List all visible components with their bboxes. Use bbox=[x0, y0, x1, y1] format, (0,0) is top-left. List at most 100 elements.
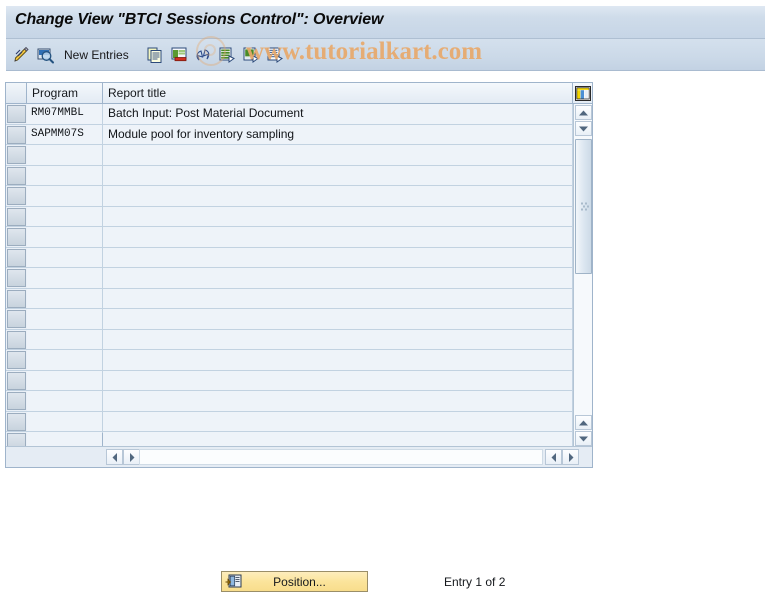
table-settings-button[interactable] bbox=[574, 84, 592, 102]
row-select-button[interactable] bbox=[7, 248, 26, 267]
new-entries-button[interactable]: New Entries bbox=[64, 48, 129, 62]
row-select-button[interactable] bbox=[7, 187, 26, 205]
cell-report-title[interactable] bbox=[103, 227, 573, 247]
scroll-page-down-button[interactable] bbox=[575, 431, 592, 446]
table-row[interactable] bbox=[6, 391, 592, 412]
table-row[interactable] bbox=[6, 309, 592, 330]
scroll-page-up-button[interactable] bbox=[575, 415, 592, 430]
cell-program[interactable] bbox=[27, 391, 103, 411]
cell-program[interactable]: SAPMM07S bbox=[27, 124, 103, 144]
cell-program[interactable] bbox=[27, 411, 103, 431]
row-select-button[interactable] bbox=[7, 228, 26, 246]
table-row[interactable] bbox=[6, 288, 592, 309]
table-row[interactable]: SAPMM07S Module pool for inventory sampli… bbox=[6, 124, 592, 145]
column-header-program[interactable]: Program bbox=[27, 83, 103, 103]
row-select-button[interactable] bbox=[7, 289, 26, 308]
cell-program[interactable] bbox=[27, 227, 103, 247]
scroll-right-button[interactable] bbox=[123, 449, 140, 465]
row-select-button[interactable] bbox=[7, 371, 26, 390]
scroll-left-button[interactable] bbox=[106, 449, 123, 465]
row-select-button[interactable] bbox=[7, 433, 26, 447]
table-row[interactable] bbox=[6, 411, 592, 432]
horizontal-scrollbar-track[interactable] bbox=[139, 449, 543, 465]
cell-program[interactable] bbox=[27, 145, 103, 165]
cell-program[interactable]: RM07MMBL bbox=[27, 104, 103, 124]
table-row[interactable] bbox=[6, 432, 592, 447]
cell-program[interactable] bbox=[27, 370, 103, 390]
row-select-button[interactable] bbox=[7, 269, 26, 287]
scroll-up-button[interactable] bbox=[575, 105, 592, 120]
window-title-bar: Change View "BTCI Sessions Control": Ove… bbox=[0, 0, 769, 39]
table-row[interactable] bbox=[6, 350, 592, 371]
table-header-row: Program Report title bbox=[6, 83, 592, 104]
vertical-scrollbar[interactable] bbox=[573, 104, 592, 447]
cell-report-title[interactable] bbox=[103, 288, 573, 308]
copy-as-button[interactable] bbox=[144, 44, 166, 66]
cell-program[interactable] bbox=[27, 288, 103, 308]
cell-report-title[interactable] bbox=[103, 432, 573, 447]
horizontal-scrollbar[interactable] bbox=[6, 446, 592, 467]
row-select-button[interactable] bbox=[7, 412, 26, 431]
change-display-toggle[interactable] bbox=[10, 44, 32, 66]
cell-report-title[interactable] bbox=[103, 411, 573, 431]
cell-report-title[interactable] bbox=[103, 268, 573, 288]
cell-program[interactable] bbox=[27, 247, 103, 267]
row-select-button[interactable] bbox=[7, 166, 26, 185]
cell-program[interactable] bbox=[27, 432, 103, 447]
cell-program[interactable] bbox=[27, 206, 103, 226]
select-column-header[interactable] bbox=[6, 83, 27, 103]
row-select-button[interactable] bbox=[7, 105, 26, 123]
position-jump-icon bbox=[224, 573, 242, 590]
cell-report-title[interactable] bbox=[103, 247, 573, 267]
row-select-button[interactable] bbox=[7, 207, 26, 226]
table-row[interactable] bbox=[6, 186, 592, 207]
delete-button[interactable] bbox=[168, 44, 190, 66]
cell-program[interactable] bbox=[27, 268, 103, 288]
table-row[interactable] bbox=[6, 370, 592, 391]
cell-report-title[interactable] bbox=[103, 145, 573, 165]
cell-report-title[interactable] bbox=[103, 186, 573, 206]
table-settings-icon bbox=[575, 85, 591, 101]
table-row[interactable] bbox=[6, 227, 592, 248]
column-header-report-title[interactable]: Report title bbox=[103, 83, 573, 103]
row-select-button[interactable] bbox=[7, 392, 26, 410]
cell-report-title[interactable] bbox=[103, 165, 573, 185]
cell-report-title[interactable] bbox=[103, 350, 573, 370]
triangle-right-icon bbox=[128, 452, 136, 463]
cell-program[interactable] bbox=[27, 350, 103, 370]
cell-program[interactable] bbox=[27, 186, 103, 206]
cell-program[interactable] bbox=[27, 329, 103, 349]
cell-report-title[interactable] bbox=[103, 329, 573, 349]
scroll-page-right-button[interactable] bbox=[562, 449, 579, 465]
cell-report-title[interactable] bbox=[103, 370, 573, 390]
cell-report-title[interactable]: Batch Input: Post Material Document bbox=[103, 104, 573, 124]
table-row[interactable] bbox=[6, 206, 592, 227]
cell-report-title[interactable] bbox=[103, 309, 573, 329]
display-details-button[interactable] bbox=[34, 44, 56, 66]
row-select-button[interactable] bbox=[7, 310, 26, 328]
cell-report-title[interactable] bbox=[103, 391, 573, 411]
row-select-button[interactable] bbox=[7, 351, 26, 369]
vertical-scrollbar-thumb[interactable] bbox=[575, 139, 592, 274]
row-select-button[interactable] bbox=[7, 146, 26, 164]
table-row[interactable]: RM07MMBL Batch Input: Post Material Docum… bbox=[6, 104, 592, 125]
row-select-button[interactable] bbox=[7, 125, 26, 144]
table-rows-container: RM07MMBL Batch Input: Post Material Docum… bbox=[6, 104, 592, 447]
table-row[interactable] bbox=[6, 165, 592, 186]
cell-program[interactable] bbox=[27, 309, 103, 329]
scroll-down-button[interactable] bbox=[575, 121, 592, 136]
footer-divider bbox=[102, 433, 103, 446]
delete-row-icon bbox=[170, 46, 188, 64]
table-row[interactable] bbox=[6, 268, 592, 289]
scroll-page-left-button[interactable] bbox=[545, 449, 562, 465]
position-button[interactable]: Position... bbox=[221, 571, 368, 592]
table-row[interactable] bbox=[6, 145, 592, 166]
copy-document-icon bbox=[146, 46, 164, 64]
triangle-up-icon bbox=[578, 419, 589, 427]
table-row[interactable] bbox=[6, 247, 592, 268]
table-row[interactable] bbox=[6, 329, 592, 350]
cell-report-title[interactable]: Module pool for inventory sampling bbox=[103, 124, 573, 144]
cell-program[interactable] bbox=[27, 165, 103, 185]
row-select-button[interactable] bbox=[7, 330, 26, 349]
cell-report-title[interactable] bbox=[103, 206, 573, 226]
